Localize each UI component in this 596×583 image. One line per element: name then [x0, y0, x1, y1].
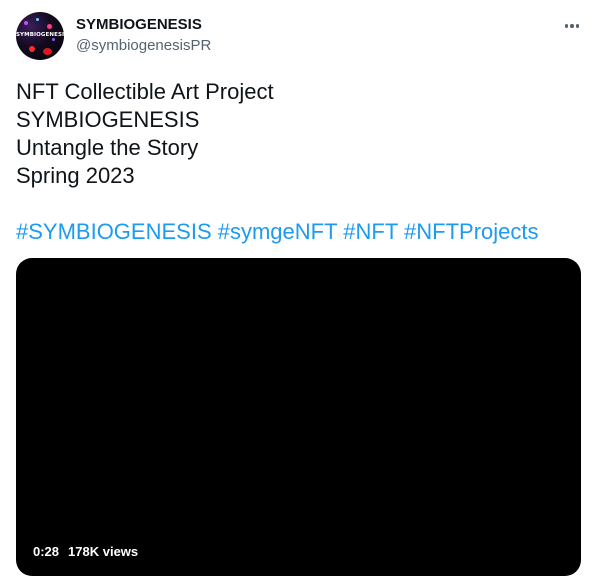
avatar[interactable]: SYMBIOGENESIS — [16, 12, 64, 60]
video-meta: 0:28 178K views — [33, 544, 138, 559]
tweet-text: NFT Collectible Art Project SYMBIOGENESI… — [16, 78, 576, 246]
hashtag-symgenft[interactable]: #symgeNFT — [218, 219, 337, 244]
more-horizontal-icon — [564, 24, 580, 28]
tweet-text-line: Spring 2023 — [16, 163, 135, 188]
tweet: SYMBIOGENESIS SYMBIOGENESIS @symbiogenes… — [0, 0, 596, 583]
avatar-decoration — [36, 18, 39, 21]
avatar-decoration — [43, 48, 52, 55]
avatar-decoration — [52, 38, 55, 41]
more-options-button[interactable] — [556, 14, 588, 38]
hashtag-nftprojects[interactable]: #NFTProjects — [404, 219, 538, 244]
avatar-decoration — [47, 24, 52, 29]
tweet-text-line: NFT Collectible Art Project — [16, 79, 274, 104]
hashtag-row: #SYMBIOGENESIS #symgeNFT #NFT #NFTProjec… — [16, 218, 576, 246]
avatar-logo-text: SYMBIOGENESIS — [16, 32, 64, 38]
avatar-decoration — [24, 21, 28, 25]
video-view-count: 178K views — [68, 544, 139, 559]
tweet-text-line: SYMBIOGENESIS — [16, 107, 200, 132]
hashtag-symbiogenesis[interactable]: #SYMBIOGENESIS — [16, 219, 212, 244]
user-handle[interactable]: @symbiogenesisPR — [76, 37, 211, 55]
display-name[interactable]: SYMBIOGENESIS — [76, 16, 202, 34]
video-player[interactable]: 0:28 178K views — [16, 258, 581, 576]
avatar-decoration — [29, 46, 35, 52]
video-duration: 0:28 — [33, 544, 60, 559]
hashtag-nft[interactable]: #NFT — [343, 219, 398, 244]
tweet-text-line: Untangle the Story — [16, 135, 199, 160]
